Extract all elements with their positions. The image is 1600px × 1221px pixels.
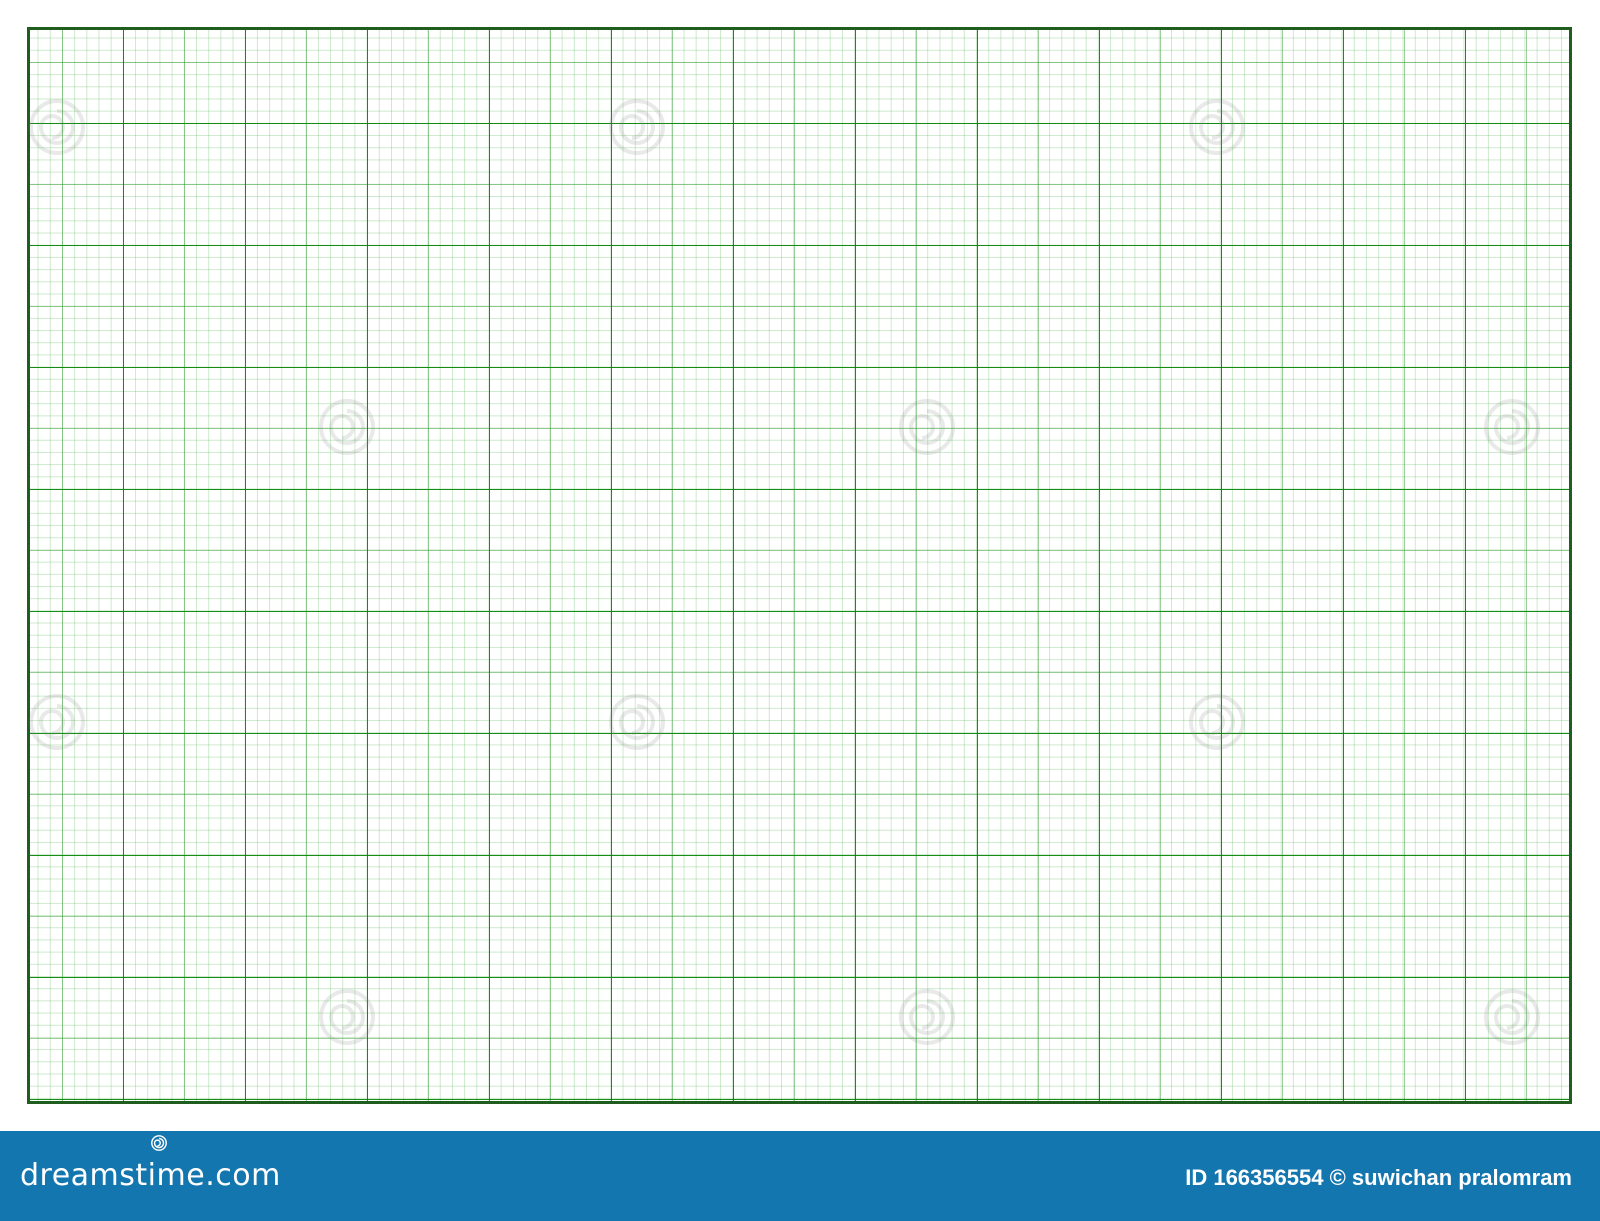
brand-logo[interactable]: dreamstime.com <box>20 1135 281 1203</box>
id-label: ID <box>1185 1165 1208 1190</box>
image-stage: dreamstime.com ID 166356554 © suwichan p… <box>0 0 1600 1221</box>
author-name[interactable]: suwichan pralomram <box>1352 1165 1572 1190</box>
image-id: 166356554 <box>1213 1165 1324 1190</box>
graph-paper-grid <box>27 27 1572 1104</box>
image-credit: ID 166356554 © suwichan pralomram <box>1185 1165 1572 1191</box>
brand-logo-text: dreamstime.com <box>20 1157 281 1193</box>
copyright-symbol: © <box>1329 1165 1346 1190</box>
footer-bar: dreamstime.com ID 166356554 © suwichan p… <box>0 1131 1600 1221</box>
dreamstime-swirl-icon <box>151 1135 167 1151</box>
